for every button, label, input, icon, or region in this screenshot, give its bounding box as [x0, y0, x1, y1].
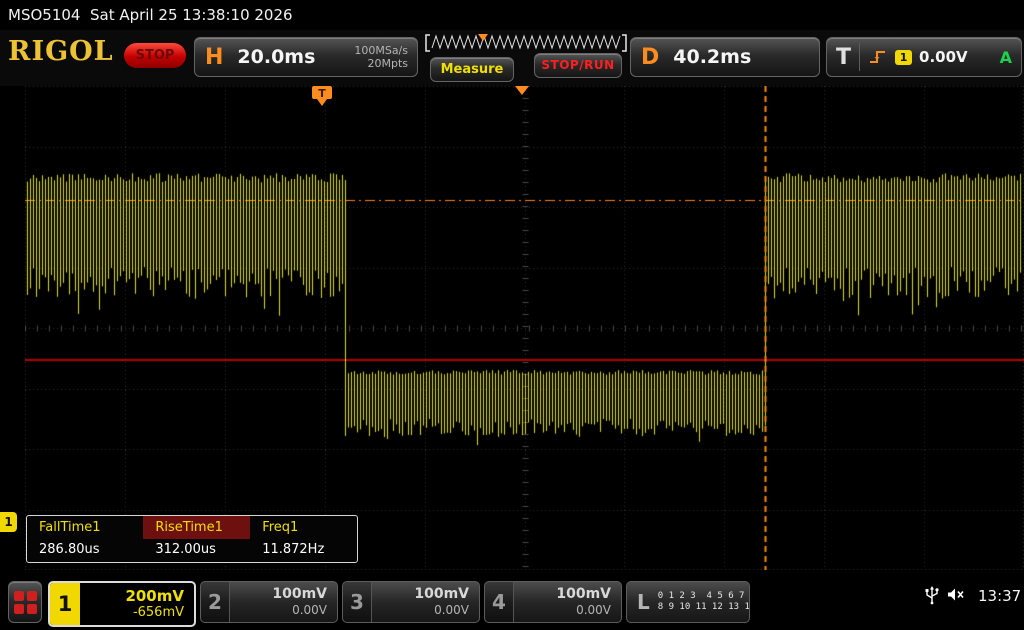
measurement-falltime[interactable]: FallTime1 286.80us [27, 516, 143, 562]
menu-grid-icon [14, 591, 37, 614]
measurement-name: RiseTime1 [143, 516, 250, 539]
usb-icon [924, 585, 940, 605]
channel-3-offset: 0.00V [372, 603, 469, 618]
delay-settings-button[interactable]: D 40.2ms [630, 37, 820, 77]
trigger-source-badge[interactable]: 1 [895, 50, 912, 65]
digital-label: L [627, 582, 658, 622]
header-bar: RIGOL STOP H 20.0ms 100MSa/s 20Mpts Meas… [0, 30, 1024, 86]
trigger-level-value: 0.00V [919, 48, 968, 66]
model-and-datetime: MSO5104 Sat April 25 13:38:10 2026 [8, 6, 293, 24]
overview-position-marker[interactable] [478, 34, 488, 41]
channel-4-offset: 0.00V [514, 603, 611, 618]
measurement-tab-1[interactable]: 1 [0, 512, 17, 532]
overview-left-bracket [426, 35, 430, 51]
channel-2-offset: 0.00V [230, 603, 327, 618]
measurement-risetime[interactable]: RiseTime1 312.00us [143, 516, 250, 562]
channel-1-offset: -656mV [80, 605, 184, 621]
channel-3-scale: 100mV [372, 586, 469, 603]
clock-time: 13:37 [978, 587, 1021, 605]
digital-channel-numbers: 0 1 2 3 4 5 6 7 8 9 10 11 12 13 14 15 [658, 582, 750, 622]
waveform-overview-strip[interactable] [424, 33, 628, 53]
measure-button[interactable]: Measure [430, 57, 514, 82]
measurement-value: 312.00us [143, 539, 250, 562]
channel-3-number: 3 [343, 582, 372, 622]
channel-2-number: 2 [201, 582, 230, 622]
titlebar: MSO5104 Sat April 25 13:38:10 2026 [0, 0, 1024, 30]
channel-1-button[interactable]: 1 200mV -656mV [48, 581, 196, 627]
channel-2-scale: 100mV [230, 586, 327, 603]
measurement-value: 11.872Hz [250, 539, 357, 562]
acquisition-info: 100MSa/s 20Mpts [354, 44, 408, 70]
channel-4-button[interactable]: 4 100mV 0.00V [484, 581, 622, 623]
measurement-name: Freq1 [250, 516, 357, 539]
trigger-settings-button[interactable]: T 1 0.00V A [826, 37, 1022, 77]
overview-right-bracket [622, 35, 626, 51]
timebase-value: 20.0ms [237, 46, 315, 68]
channel-1-scale: 200mV [80, 587, 184, 605]
horizontal-settings-button[interactable]: H 20.0ms 100MSa/s 20Mpts [194, 37, 418, 77]
measurement-freq[interactable]: Freq1 11.872Hz [250, 516, 357, 562]
channel-2-button[interactable]: 2 100mV 0.00V [200, 581, 338, 623]
measurement-value: 286.80us [27, 539, 143, 562]
divider [859, 43, 860, 71]
channel-4-scale: 100mV [514, 586, 611, 603]
d-label: D [641, 45, 659, 70]
overview-waveform [432, 36, 620, 48]
h-label: H [205, 45, 223, 70]
trigger-slope-icon [868, 48, 888, 66]
channel-1-number: 1 [50, 583, 80, 625]
bottom-bar: 1 200mV -656mV 2 100mV 0.00V 3 100mV 0.0… [0, 574, 1024, 630]
channel-3-button[interactable]: 3 100mV 0.00V [342, 581, 480, 623]
stop-run-button[interactable]: STOP/RUN [534, 53, 622, 78]
run-state-badge[interactable]: STOP [124, 43, 186, 68]
speaker-mute-icon [946, 586, 966, 604]
main-menu-button[interactable] [8, 581, 42, 623]
trigger-sweep-mode: A [1000, 48, 1012, 67]
measurement-panel[interactable]: FallTime1 286.80us RiseTime1 312.00us Fr… [26, 515, 358, 563]
waveform-canvas[interactable] [25, 86, 1024, 570]
waveform-display[interactable]: T [25, 86, 1024, 570]
rigol-logo: RIGOL [8, 36, 114, 67]
measurement-name: FallTime1 [27, 516, 143, 539]
delay-value: 40.2ms [673, 46, 751, 68]
sample-rate: 100MSa/s [354, 44, 408, 57]
t-label: T [836, 45, 851, 70]
memory-depth: 20Mpts [354, 57, 408, 70]
channel-4-number: 4 [485, 582, 514, 622]
digital-channels-button[interactable]: L 0 1 2 3 4 5 6 7 8 9 10 11 12 13 14 15 [626, 581, 750, 623]
